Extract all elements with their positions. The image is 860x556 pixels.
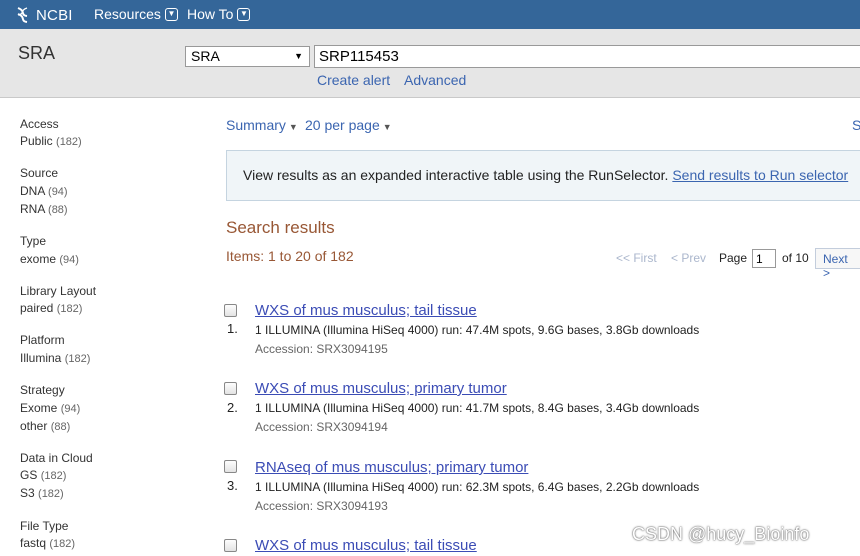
facet-item-label: GS — [20, 468, 38, 482]
caret-down-icon: ▼ — [288, 122, 298, 132]
facet-item-count: (94) — [60, 403, 81, 415]
facet-item-rna[interactable]: RNA (88) — [20, 202, 68, 216]
result-description: 1 ILLUMINA (Illumina HiSeq 4000) run: 62… — [255, 480, 700, 494]
resources-label: Resources — [94, 6, 161, 22]
search-input[interactable] — [314, 45, 860, 68]
facet-item-dna[interactable]: DNA (94) — [20, 184, 68, 198]
facet-item-label: DNA — [20, 184, 45, 198]
facet-item-count: (182) — [56, 303, 83, 315]
facet-title-type: Type — [20, 234, 47, 248]
facet-item-count: (88) — [48, 204, 68, 216]
facet-item-label: Exome — [20, 401, 58, 415]
result-title-link[interactable]: WXS of mus musculus; primary tumor — [255, 380, 507, 397]
chevron-down-icon: ▼ — [164, 7, 178, 21]
facet-item-label: fastq — [20, 536, 47, 550]
result-accession: Accession: SRX3094194 — [255, 420, 388, 434]
how-to-menu[interactable]: How To ▼ — [187, 6, 251, 22]
result-title-link[interactable]: RNAseq of mus musculus; primary tumor — [255, 459, 528, 476]
result-checkbox[interactable] — [224, 382, 237, 395]
facet-item-count: (94) — [59, 254, 79, 266]
facet-item-fastq[interactable]: fastq (182) — [20, 536, 75, 550]
format-label: Summary — [226, 117, 286, 133]
facet-title-source: Source — [20, 166, 59, 180]
facet-item-label: other — [20, 419, 48, 433]
result-description: 1 ILLUMINA (Illumina HiSeq 4000) run: 47… — [255, 323, 700, 337]
facet-item-paired[interactable]: paired (182) — [20, 301, 82, 315]
page-label: Page — [719, 251, 748, 265]
resources-menu[interactable]: Resources ▼ — [94, 6, 178, 22]
facet-item-s3[interactable]: S3 (182) — [20, 486, 64, 500]
top-bar: NCBI Resources ▼ How To ▼ — [0, 0, 860, 29]
ncbi-helix-icon — [17, 7, 28, 23]
facet-title-strategy: Strategy — [20, 383, 65, 397]
facet-item-count: (182) — [56, 136, 82, 148]
search-header: SRA SRA ▼ Create alert Advanced — [0, 29, 860, 98]
result-accession: Accession: SRX3094193 — [255, 499, 388, 513]
facet-item-count: (94) — [48, 186, 68, 198]
result-description: 1 ILLUMINA (Illumina HiSeq 4000) run: 41… — [255, 401, 700, 415]
facet-item-illumina[interactable]: Illumina (182) — [20, 351, 90, 365]
facet-item-count: (182) — [64, 353, 91, 365]
runselector-text: View results as an expanded interactive … — [243, 167, 673, 183]
facet-item-public[interactable]: Public (182) — [20, 134, 82, 148]
result-number: 1. — [227, 321, 238, 336]
facet-item-exome-strategy[interactable]: Exome (94) — [20, 401, 80, 415]
facet-item-count: (182) — [49, 538, 76, 550]
result-title-link[interactable]: WXS of mus musculus; tail tissue — [255, 302, 477, 319]
result-number: 2. — [227, 400, 238, 415]
send-to-run-selector-link[interactable]: Send results to Run selector — [672, 167, 848, 183]
facet-title-access: Access — [20, 117, 59, 131]
facet-title-library-layout: Library Layout — [20, 284, 97, 298]
facet-item-exome[interactable]: exome (94) — [20, 252, 79, 266]
dropdown-arrow-icon: ▼ — [294, 51, 303, 61]
format-selector[interactable]: Summary ▼ — [226, 117, 298, 133]
next-page-button[interactable]: Next > — [815, 248, 860, 280]
result-title-link[interactable]: WXS of mus musculus; tail tissue — [255, 537, 477, 554]
facet-title-file-type: File Type — [20, 519, 69, 533]
facet-title-data-in-cloud: Data in Cloud — [20, 451, 93, 465]
chevron-down-icon: ▼ — [237, 7, 251, 21]
facet-item-count: (182) — [40, 470, 67, 482]
first-page-link[interactable]: << First — [616, 251, 657, 265]
result-checkbox[interactable] — [224, 539, 237, 552]
facet-item-other[interactable]: other (88) — [20, 419, 70, 433]
advanced-search-link[interactable]: Advanced — [404, 72, 466, 88]
how-to-label: How To — [187, 6, 234, 22]
search-results-heading: Search results — [226, 218, 335, 237]
per-page-selector[interactable]: 20 per page ▼ — [305, 117, 392, 133]
prev-page-link[interactable]: < Prev — [671, 251, 706, 265]
create-alert-link[interactable]: Create alert — [317, 72, 390, 88]
result-number: 3. — [227, 478, 238, 493]
sort-option-truncated[interactable]: S — [852, 117, 860, 133]
facet-item-label: S3 — [20, 486, 35, 500]
runselector-box: View results as an expanded interactive … — [226, 150, 860, 201]
watermark: CSDN @hucy_Bioinfo — [632, 524, 810, 544]
logo-text: NCBI — [36, 6, 73, 24]
facet-item-label: Public — [20, 134, 53, 148]
facet-item-count: (182) — [38, 488, 64, 500]
facet-item-gs[interactable]: GS (182) — [20, 468, 66, 482]
page-total: of 10 — [782, 251, 809, 265]
facet-item-label: exome — [20, 252, 57, 266]
facet-item-label: RNA — [20, 202, 45, 216]
page-number-input[interactable] — [752, 249, 776, 268]
database-select-value: SRA — [191, 48, 220, 64]
database-title: SRA — [18, 43, 56, 63]
facet-title-platform: Platform — [20, 333, 65, 347]
facet-item-count: (88) — [50, 421, 71, 433]
per-page-label: 20 per page — [305, 117, 380, 133]
result-checkbox[interactable] — [224, 304, 237, 317]
runselector-message: View results as an expanded interactive … — [243, 167, 848, 183]
database-select[interactable]: SRA ▼ — [185, 46, 310, 67]
facet-item-label: Illumina — [20, 351, 62, 365]
result-accession: Accession: SRX3094195 — [255, 342, 388, 356]
facet-item-label: paired — [20, 301, 54, 315]
result-checkbox[interactable] — [224, 460, 237, 473]
ncbi-logo[interactable]: NCBI — [14, 5, 73, 25]
caret-down-icon: ▼ — [382, 122, 392, 132]
items-count: Items: 1 to 20 of 182 — [226, 248, 354, 264]
